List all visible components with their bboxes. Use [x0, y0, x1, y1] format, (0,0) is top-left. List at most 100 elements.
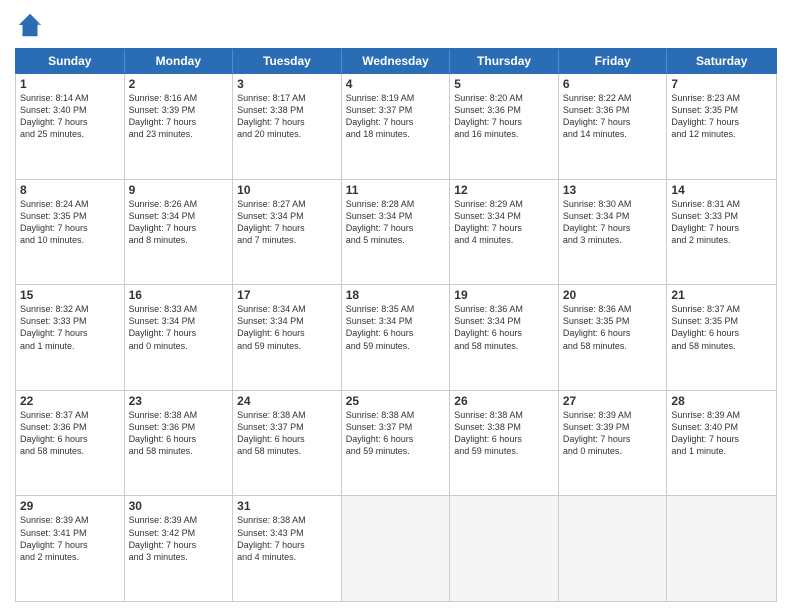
day-number: 6: [563, 77, 663, 91]
day-number: 17: [237, 288, 337, 302]
day-info: Sunrise: 8:34 AMSunset: 3:34 PMDaylight:…: [237, 303, 337, 352]
day-cell-22: 22Sunrise: 8:37 AMSunset: 3:36 PMDayligh…: [16, 391, 125, 496]
calendar-row-2: 8Sunrise: 8:24 AMSunset: 3:35 PMDaylight…: [16, 180, 776, 286]
day-info: Sunrise: 8:36 AMSunset: 3:34 PMDaylight:…: [454, 303, 554, 352]
day-cell-20: 20Sunrise: 8:36 AMSunset: 3:35 PMDayligh…: [559, 285, 668, 390]
day-cell-14: 14Sunrise: 8:31 AMSunset: 3:33 PMDayligh…: [667, 180, 776, 285]
day-number: 5: [454, 77, 554, 91]
day-number: 19: [454, 288, 554, 302]
day-info: Sunrise: 8:27 AMSunset: 3:34 PMDaylight:…: [237, 198, 337, 247]
day-info: Sunrise: 8:23 AMSunset: 3:35 PMDaylight:…: [671, 92, 772, 141]
day-cell-31: 31Sunrise: 8:38 AMSunset: 3:43 PMDayligh…: [233, 496, 342, 601]
day-info: Sunrise: 8:16 AMSunset: 3:39 PMDaylight:…: [129, 92, 229, 141]
logo: [15, 10, 49, 40]
day-number: 21: [671, 288, 772, 302]
day-number: 24: [237, 394, 337, 408]
day-cell-3: 3Sunrise: 8:17 AMSunset: 3:38 PMDaylight…: [233, 74, 342, 179]
day-info: Sunrise: 8:37 AMSunset: 3:36 PMDaylight:…: [20, 409, 120, 458]
empty-cell: [450, 496, 559, 601]
calendar-row-4: 22Sunrise: 8:37 AMSunset: 3:36 PMDayligh…: [16, 391, 776, 497]
day-info: Sunrise: 8:24 AMSunset: 3:35 PMDaylight:…: [20, 198, 120, 247]
day-number: 18: [346, 288, 446, 302]
day-cell-8: 8Sunrise: 8:24 AMSunset: 3:35 PMDaylight…: [16, 180, 125, 285]
day-number: 12: [454, 183, 554, 197]
day-info: Sunrise: 8:38 AMSunset: 3:38 PMDaylight:…: [454, 409, 554, 458]
day-cell-25: 25Sunrise: 8:38 AMSunset: 3:37 PMDayligh…: [342, 391, 451, 496]
day-number: 14: [671, 183, 772, 197]
empty-cell: [342, 496, 451, 601]
day-info: Sunrise: 8:33 AMSunset: 3:34 PMDaylight:…: [129, 303, 229, 352]
day-cell-27: 27Sunrise: 8:39 AMSunset: 3:39 PMDayligh…: [559, 391, 668, 496]
day-cell-30: 30Sunrise: 8:39 AMSunset: 3:42 PMDayligh…: [125, 496, 234, 601]
day-number: 3: [237, 77, 337, 91]
day-number: 25: [346, 394, 446, 408]
header-day-wednesday: Wednesday: [342, 49, 451, 73]
day-cell-2: 2Sunrise: 8:16 AMSunset: 3:39 PMDaylight…: [125, 74, 234, 179]
day-info: Sunrise: 8:35 AMSunset: 3:34 PMDaylight:…: [346, 303, 446, 352]
day-cell-17: 17Sunrise: 8:34 AMSunset: 3:34 PMDayligh…: [233, 285, 342, 390]
day-info: Sunrise: 8:39 AMSunset: 3:39 PMDaylight:…: [563, 409, 663, 458]
calendar-row-3: 15Sunrise: 8:32 AMSunset: 3:33 PMDayligh…: [16, 285, 776, 391]
calendar-row-1: 1Sunrise: 8:14 AMSunset: 3:40 PMDaylight…: [16, 74, 776, 180]
day-info: Sunrise: 8:38 AMSunset: 3:43 PMDaylight:…: [237, 514, 337, 563]
day-number: 20: [563, 288, 663, 302]
day-number: 7: [671, 77, 772, 91]
day-number: 9: [129, 183, 229, 197]
day-number: 16: [129, 288, 229, 302]
day-number: 26: [454, 394, 554, 408]
calendar-body: 1Sunrise: 8:14 AMSunset: 3:40 PMDaylight…: [15, 74, 777, 602]
header-day-friday: Friday: [559, 49, 668, 73]
header-day-sunday: Sunday: [16, 49, 125, 73]
empty-cell: [667, 496, 776, 601]
calendar-header: SundayMondayTuesdayWednesdayThursdayFrid…: [15, 48, 777, 74]
day-info: Sunrise: 8:37 AMSunset: 3:35 PMDaylight:…: [671, 303, 772, 352]
day-cell-12: 12Sunrise: 8:29 AMSunset: 3:34 PMDayligh…: [450, 180, 559, 285]
day-number: 4: [346, 77, 446, 91]
day-cell-4: 4Sunrise: 8:19 AMSunset: 3:37 PMDaylight…: [342, 74, 451, 179]
calendar-row-5: 29Sunrise: 8:39 AMSunset: 3:41 PMDayligh…: [16, 496, 776, 601]
header-day-thursday: Thursday: [450, 49, 559, 73]
day-number: 30: [129, 499, 229, 513]
day-cell-1: 1Sunrise: 8:14 AMSunset: 3:40 PMDaylight…: [16, 74, 125, 179]
day-cell-21: 21Sunrise: 8:37 AMSunset: 3:35 PMDayligh…: [667, 285, 776, 390]
day-cell-29: 29Sunrise: 8:39 AMSunset: 3:41 PMDayligh…: [16, 496, 125, 601]
day-cell-16: 16Sunrise: 8:33 AMSunset: 3:34 PMDayligh…: [125, 285, 234, 390]
day-number: 11: [346, 183, 446, 197]
day-cell-18: 18Sunrise: 8:35 AMSunset: 3:34 PMDayligh…: [342, 285, 451, 390]
day-info: Sunrise: 8:26 AMSunset: 3:34 PMDaylight:…: [129, 198, 229, 247]
day-info: Sunrise: 8:38 AMSunset: 3:37 PMDaylight:…: [237, 409, 337, 458]
day-cell-6: 6Sunrise: 8:22 AMSunset: 3:36 PMDaylight…: [559, 74, 668, 179]
day-info: Sunrise: 8:29 AMSunset: 3:34 PMDaylight:…: [454, 198, 554, 247]
day-info: Sunrise: 8:22 AMSunset: 3:36 PMDaylight:…: [563, 92, 663, 141]
header-day-tuesday: Tuesday: [233, 49, 342, 73]
empty-cell: [559, 496, 668, 601]
day-number: 22: [20, 394, 120, 408]
day-number: 15: [20, 288, 120, 302]
day-info: Sunrise: 8:14 AMSunset: 3:40 PMDaylight:…: [20, 92, 120, 141]
day-cell-10: 10Sunrise: 8:27 AMSunset: 3:34 PMDayligh…: [233, 180, 342, 285]
day-number: 28: [671, 394, 772, 408]
day-cell-15: 15Sunrise: 8:32 AMSunset: 3:33 PMDayligh…: [16, 285, 125, 390]
day-info: Sunrise: 8:38 AMSunset: 3:37 PMDaylight:…: [346, 409, 446, 458]
day-cell-26: 26Sunrise: 8:38 AMSunset: 3:38 PMDayligh…: [450, 391, 559, 496]
page: SundayMondayTuesdayWednesdayThursdayFrid…: [0, 0, 792, 612]
logo-icon: [15, 10, 45, 40]
day-info: Sunrise: 8:20 AMSunset: 3:36 PMDaylight:…: [454, 92, 554, 141]
day-info: Sunrise: 8:38 AMSunset: 3:36 PMDaylight:…: [129, 409, 229, 458]
day-number: 10: [237, 183, 337, 197]
day-info: Sunrise: 8:30 AMSunset: 3:34 PMDaylight:…: [563, 198, 663, 247]
day-cell-5: 5Sunrise: 8:20 AMSunset: 3:36 PMDaylight…: [450, 74, 559, 179]
day-info: Sunrise: 8:39 AMSunset: 3:41 PMDaylight:…: [20, 514, 120, 563]
day-info: Sunrise: 8:36 AMSunset: 3:35 PMDaylight:…: [563, 303, 663, 352]
day-info: Sunrise: 8:39 AMSunset: 3:40 PMDaylight:…: [671, 409, 772, 458]
day-cell-28: 28Sunrise: 8:39 AMSunset: 3:40 PMDayligh…: [667, 391, 776, 496]
day-number: 8: [20, 183, 120, 197]
day-number: 23: [129, 394, 229, 408]
day-number: 27: [563, 394, 663, 408]
day-cell-7: 7Sunrise: 8:23 AMSunset: 3:35 PMDaylight…: [667, 74, 776, 179]
header-day-monday: Monday: [125, 49, 234, 73]
day-info: Sunrise: 8:31 AMSunset: 3:33 PMDaylight:…: [671, 198, 772, 247]
day-info: Sunrise: 8:19 AMSunset: 3:37 PMDaylight:…: [346, 92, 446, 141]
day-number: 1: [20, 77, 120, 91]
day-info: Sunrise: 8:17 AMSunset: 3:38 PMDaylight:…: [237, 92, 337, 141]
